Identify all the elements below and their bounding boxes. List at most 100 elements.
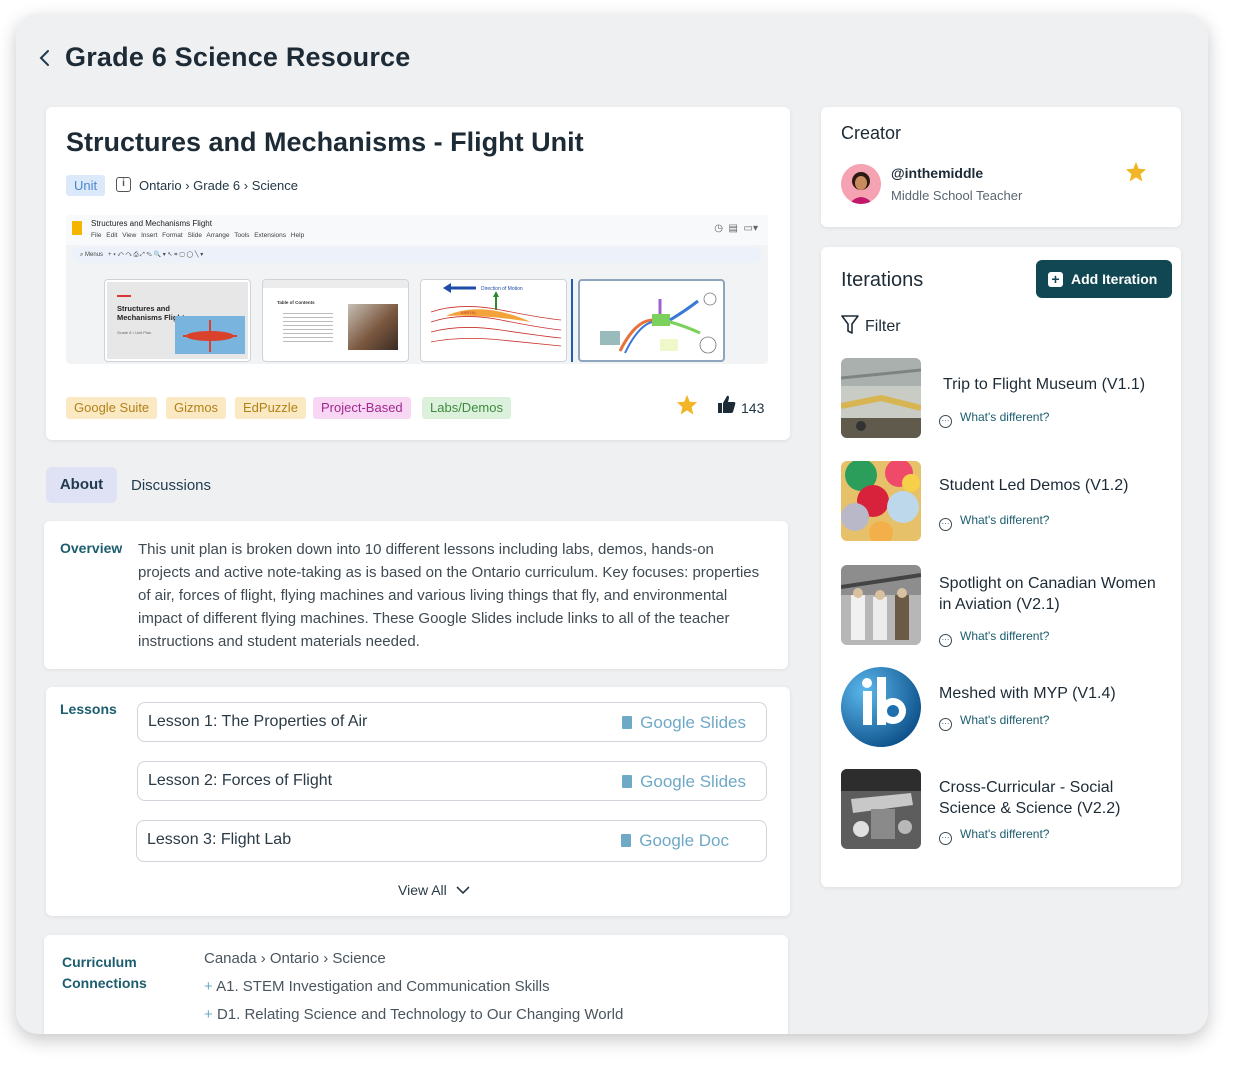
star-icon[interactable] [1125, 161, 1147, 187]
slide-thumbnail-2[interactable]: Table of Contents [262, 279, 409, 362]
lesson-name: Lesson 1: The Properties of Air [148, 713, 368, 730]
document-icon [622, 716, 633, 729]
breadcrumb[interactable]: Ontario › Grade 6 › Science [139, 178, 298, 193]
view-all-button[interactable]: View All [398, 882, 470, 898]
favorite-star-icon[interactable] [676, 394, 698, 420]
whats-different-label: What's different? [960, 513, 1050, 527]
avatar[interactable] [841, 164, 881, 204]
tag-label: EdPuzzle [243, 400, 298, 415]
creator-card: Creator @inthemiddle Middle School Teach… [821, 107, 1181, 227]
more-icon: ··· [939, 832, 952, 845]
iteration-thumbnail [841, 565, 921, 645]
slide-thumbnail-3[interactable]: Direction of Motion AIRFOIL [420, 279, 567, 362]
slide3-caption: Direction of Motion [481, 286, 523, 292]
lessons-label: Lessons [60, 701, 117, 717]
lesson-name: Lesson 3: Flight Lab [147, 831, 292, 848]
curriculum-item[interactable]: + D1. Relating Science and Technology to… [204, 1006, 623, 1023]
document-icon [622, 775, 633, 788]
whats-different-label: What's different? [960, 827, 1050, 841]
ib-logo-icon [841, 667, 921, 747]
whats-different-link[interactable]: ··· What's different? [939, 513, 1049, 531]
iteration-item[interactable]: Student Led Demos (V1.2) ··· What's diffe… [841, 461, 1171, 543]
preview-search-label: Menus [85, 252, 104, 258]
iterations-card: Iterations + Add Iteration Filter Trip t… [821, 247, 1181, 887]
curriculum-card: Curriculum Connections Canada › Ontario … [44, 935, 788, 1034]
curriculum-item[interactable]: + A1. STEM Investigation and Communicati… [204, 978, 550, 995]
creator-heading: Creator [841, 123, 902, 143]
preview-menu: File Edit View Insert Format Slide Arran… [91, 232, 305, 239]
thumbs-up-icon[interactable] [718, 395, 736, 419]
slides-preview[interactable]: Structures and Mechanisms Flight File Ed… [66, 215, 768, 364]
tag-edpuzzle[interactable]: EdPuzzle [235, 397, 306, 419]
tag-labs-demos[interactable]: Labs/Demos [422, 397, 511, 419]
slide1-image [175, 316, 245, 354]
iteration-item[interactable]: Trip to Flight Museum (V1.1) ··· What's d… [841, 358, 1171, 440]
tag-gizmos[interactable]: Gizmos [166, 397, 227, 419]
curriculum-item-label: A1. STEM Investigation and Communication… [216, 978, 550, 995]
lesson-link[interactable]: Google Doc [621, 831, 729, 851]
iteration-item[interactable]: Cross-Curricular - Social Science & Scie… [841, 769, 1171, 851]
curriculum-path: Canada › Ontario › Science [204, 950, 386, 967]
slide2-photo [348, 304, 398, 350]
more-icon: ··· [939, 415, 952, 428]
plus-icon: + [204, 1006, 217, 1023]
iteration-thumbnail [841, 769, 921, 849]
iteration-title: Spotlight on Canadian Women in Aviation … [939, 575, 1156, 613]
slide-divider [571, 279, 573, 362]
lesson-row[interactable]: Lesson 3: Flight Lab Google Doc [136, 820, 767, 862]
iteration-title: Meshed with MYP (V1.4) [939, 685, 1116, 702]
tag-label: Project-Based [321, 400, 403, 415]
more-icon: ··· [939, 718, 952, 731]
iteration-thumbnail [841, 461, 921, 541]
filter-button[interactable]: Filter [841, 315, 901, 336]
whats-different-link[interactable]: ··· What's different? [939, 629, 1049, 647]
slide-thumbnail-1[interactable]: Structures and Mechanisms Flight Grade 6… [104, 279, 251, 362]
page-title: Grade 6 Science Resource [65, 42, 411, 72]
unit-card: Structures and Mechanisms - Flight Unit … [46, 107, 790, 440]
unit-title: Structures and Mechanisms - Flight Unit [66, 127, 584, 157]
preview-search-bar: ⌕ Menus + ▾ ↶ ↷ ⎙ ⤢ ✎ 🔍 ▾ ↖ ⌗ ▢ ◯ ╲ ▾ [72, 247, 762, 263]
slides-doc-icon [72, 221, 82, 235]
lesson-name: Lesson 2: Forces of Flight [148, 772, 333, 789]
curriculum-label-line2: Connections [62, 975, 147, 991]
slide1-subtitle: Grade 6 • Unit Plan [117, 330, 152, 335]
slide-thumbnail-4[interactable] [578, 279, 725, 362]
preview-toolbar: Structures and Mechanisms Flight File Ed… [66, 215, 768, 245]
tag-project-based[interactable]: Project-Based [313, 397, 411, 419]
view-all-label: View All [398, 882, 447, 898]
tab-discussions[interactable]: Discussions [131, 477, 211, 494]
iteration-title: Cross-Curricular - Social Science & Scie… [939, 779, 1121, 817]
slide3-label: AIRFOIL [461, 310, 477, 315]
preview-toolbar-icons: ◷ ▤ ▭▾ [714, 223, 758, 234]
whats-different-link[interactable]: ··· What's different? [939, 827, 1049, 845]
creator-handle[interactable]: @inthemiddle [891, 165, 983, 181]
lesson-link-label: Google Doc [639, 831, 729, 850]
lesson-link[interactable]: Google Slides [622, 772, 746, 792]
document-icon [621, 834, 632, 847]
lesson-row[interactable]: Lesson 2: Forces of Flight Google Slides [137, 761, 767, 801]
tag-google-suite[interactable]: Google Suite [66, 397, 158, 419]
preview-doc-name: Structures and Mechanisms Flight [91, 219, 212, 228]
filter-label: Filter [865, 318, 901, 335]
curriculum-label: Curriculum Connections [62, 952, 147, 994]
iteration-item[interactable]: Meshed with MYP (V1.4) ··· What's differe… [841, 667, 1171, 749]
back-icon[interactable] [38, 48, 52, 68]
unit-type-badge: Unit [66, 175, 106, 196]
creator-role: Middle School Teacher [891, 188, 1023, 203]
add-iteration-button[interactable]: + Add Iteration [1036, 260, 1172, 298]
lesson-link[interactable]: Google Slides [622, 713, 746, 733]
whats-different-link[interactable]: ··· What's different? [939, 713, 1049, 731]
iteration-item[interactable]: Spotlight on Canadian Women in Aviation … [841, 565, 1171, 647]
whats-different-label: What's different? [960, 410, 1050, 424]
app-window: Grade 6 Science Resource Structures and … [16, 14, 1208, 1034]
lesson-row[interactable]: Lesson 1: The Properties of Air Google S… [137, 702, 767, 742]
lessons-card: Lessons Lesson 1: The Properties of Air … [46, 687, 790, 916]
info-icon[interactable]: i [116, 177, 131, 192]
iteration-title: Student Led Demos (V1.2) [939, 477, 1129, 494]
whats-different-label: What's different? [960, 713, 1050, 727]
overview-text: This unit plan is broken down into 10 di… [138, 541, 760, 650]
overview-card: Overview This unit plan is broken down i… [44, 521, 788, 669]
tab-about[interactable]: About [46, 467, 117, 503]
whats-different-link[interactable]: ··· What's different? [939, 410, 1049, 428]
more-icon: ··· [939, 634, 952, 647]
